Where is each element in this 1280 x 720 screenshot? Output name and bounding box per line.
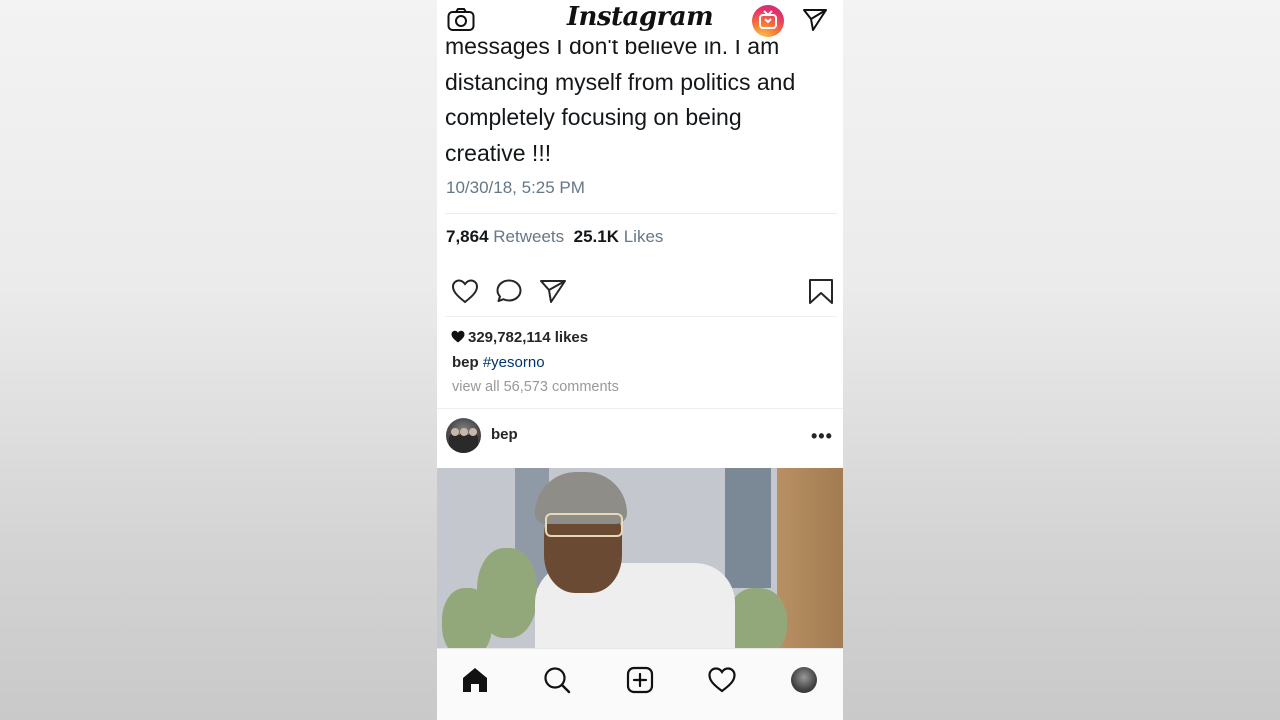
post-username[interactable]: bep	[491, 426, 518, 443]
heart-outline-icon[interactable]	[451, 278, 479, 304]
divider	[437, 408, 843, 409]
view-comments-link[interactable]: view all 56,573 comments	[452, 379, 619, 395]
add-post-icon[interactable]	[625, 665, 655, 695]
bookmark-icon[interactable]	[807, 278, 835, 304]
video-cactus	[727, 588, 787, 648]
video-window	[725, 468, 771, 588]
tweet-line: completely focusing on being	[445, 104, 742, 130]
activity-heart-icon[interactable]	[707, 665, 737, 695]
profile-avatar[interactable]	[791, 667, 817, 693]
likes-text: 329,782,114 likes	[468, 329, 589, 346]
tweet-text: messages I don't believe in. I am distan…	[445, 29, 835, 171]
post-video[interactable]	[437, 468, 843, 648]
caption-hashtag[interactable]: #yesorno	[483, 354, 545, 371]
post-caption: bep #yesorno	[452, 354, 545, 371]
heart-filled-icon	[451, 330, 465, 343]
tweet-likes-count: 25.1K	[573, 227, 619, 246]
tweet-line: distancing myself from politics and	[445, 68, 796, 95]
search-icon[interactable]	[542, 665, 572, 695]
tweet-timestamp: 10/30/18, 5:25 PM	[446, 178, 585, 197]
home-icon[interactable]	[460, 665, 490, 695]
comment-icon[interactable]	[495, 278, 523, 304]
likes-count[interactable]: 329,782,114 likes	[451, 329, 588, 346]
more-options-icon[interactable]: •••	[811, 426, 833, 447]
direct-send-icon[interactable]	[802, 8, 828, 32]
background-blur-right	[843, 0, 1280, 720]
retweets-count: 7,864	[446, 227, 489, 246]
background-blur-left	[0, 0, 437, 720]
share-send-icon[interactable]	[539, 278, 567, 304]
retweets-label: Retweets	[493, 227, 565, 246]
caption-username[interactable]: bep	[452, 354, 479, 371]
divider	[445, 213, 837, 214]
tweet-likes-label: Likes	[623, 227, 664, 246]
bottom-nav-bar	[437, 648, 843, 720]
instagram-feed-screen: messages I don't believe in. I am distan…	[437, 0, 843, 720]
igtv-icon[interactable]	[752, 5, 784, 37]
tweet-stats: 7,864 Retweets 25.1K Likes	[446, 227, 663, 247]
video-person-glasses	[545, 513, 623, 537]
tweet-line: creative !!!	[445, 139, 552, 166]
video-cactus	[442, 588, 492, 648]
avatar[interactable]	[446, 418, 481, 453]
top-bar: Instagram	[437, 0, 843, 40]
divider	[445, 316, 837, 317]
